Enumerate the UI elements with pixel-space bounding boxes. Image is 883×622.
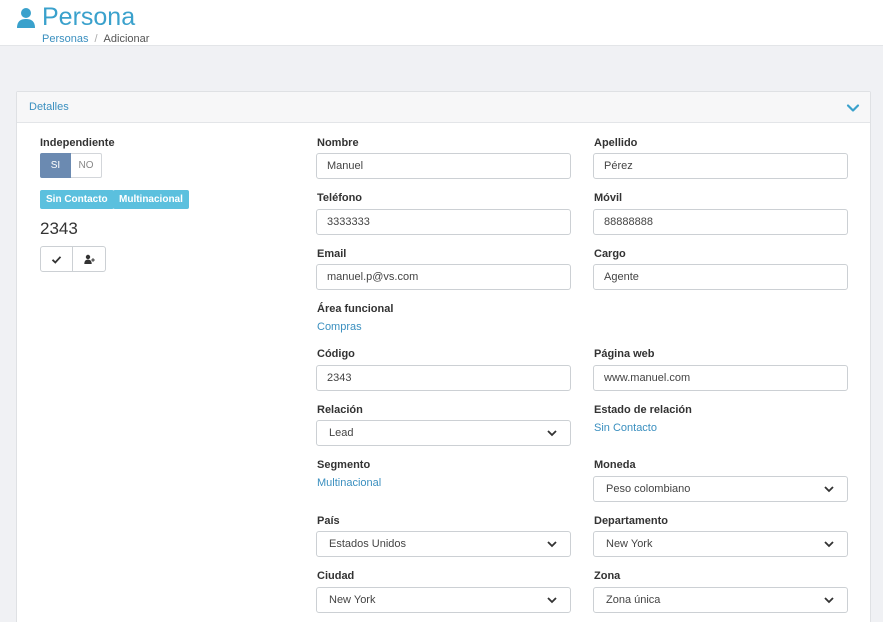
chevron-down-icon: [547, 597, 557, 604]
independiente-toggle[interactable]: SI NO: [40, 153, 102, 178]
segmento-label: Segmento: [317, 459, 371, 471]
telefono-label: Teléfono: [317, 192, 363, 204]
chevron-down-icon[interactable]: [846, 101, 860, 115]
user-icon: [17, 7, 35, 28]
zona-select[interactable]: Zona única: [593, 587, 848, 613]
toggle-no-button[interactable]: NO: [71, 153, 102, 178]
add-user-button[interactable]: [73, 246, 106, 272]
breadcrumb-separator: /: [94, 33, 98, 45]
card-header[interactable]: Detalles: [17, 92, 870, 123]
breadcrumb-current: Adicionar: [103, 33, 150, 45]
segment-badge: Multinacional: [113, 190, 189, 209]
person-code-display: 2343: [40, 219, 78, 238]
top-header: Persona Personas / Adicionar: [0, 0, 883, 46]
details-card: Detalles Independiente SI NO Sin Contact…: [16, 91, 871, 622]
independiente-label: Independiente: [40, 137, 115, 149]
zona-label: Zona: [594, 570, 621, 582]
area-funcional-link[interactable]: Compras: [317, 321, 362, 333]
moneda-selected-value: Peso colombiano: [606, 483, 691, 495]
page-title: Persona: [42, 3, 136, 31]
breadcrumb: Personas / Adicionar: [42, 33, 149, 45]
movil-field[interactable]: [593, 209, 848, 235]
chevron-down-icon: [547, 541, 557, 548]
chevron-down-icon: [824, 486, 834, 493]
apellido-field[interactable]: [593, 153, 848, 179]
codigo-field[interactable]: [316, 365, 571, 391]
estado-relacion-link[interactable]: Sin Contacto: [594, 422, 657, 434]
telefono-field[interactable]: [316, 209, 571, 235]
pagina-web-label: Página web: [594, 348, 655, 360]
add-user-icon: [83, 254, 95, 264]
action-button-group: [40, 246, 106, 272]
moneda-select[interactable]: Peso colombiano: [593, 476, 848, 502]
ciudad-selected-value: New York: [329, 594, 376, 606]
chevron-down-icon: [824, 541, 834, 548]
status-badge: Sin Contacto: [40, 190, 114, 209]
toggle-si-button[interactable]: SI: [40, 153, 71, 178]
estado-relacion-label: Estado de relación: [594, 404, 692, 416]
relacion-selected-value: Lead: [329, 427, 354, 439]
departamento-selected-value: New York: [606, 538, 653, 550]
segmento-link[interactable]: Multinacional: [317, 477, 381, 489]
ciudad-select[interactable]: New York: [316, 587, 571, 613]
codigo-label: Código: [317, 348, 355, 360]
relacion-label: Relación: [317, 404, 363, 416]
movil-label: Móvil: [594, 192, 623, 204]
ciudad-label: Ciudad: [317, 570, 355, 582]
check-icon: [51, 255, 62, 264]
departamento-select[interactable]: New York: [593, 531, 848, 557]
area-funcional-label: Área funcional: [317, 303, 394, 315]
cargo-label: Cargo: [594, 248, 626, 260]
chevron-down-icon: [824, 597, 834, 604]
breadcrumb-link-personas[interactable]: Personas: [42, 33, 88, 45]
pais-label: País: [317, 515, 340, 527]
cargo-field[interactable]: [593, 264, 848, 290]
relacion-select[interactable]: Lead: [316, 420, 571, 446]
email-field[interactable]: [316, 264, 571, 290]
page-title-wrap: Persona: [16, 3, 135, 32]
pais-selected-value: Estados Unidos: [329, 538, 407, 550]
pais-select[interactable]: Estados Unidos: [316, 531, 571, 557]
confirm-button[interactable]: [40, 246, 73, 272]
nombre-field[interactable]: [316, 153, 571, 179]
pagina-web-field[interactable]: [593, 365, 848, 391]
moneda-label: Moneda: [594, 459, 636, 471]
zona-selected-value: Zona única: [606, 594, 661, 606]
email-label: Email: [317, 248, 347, 260]
chevron-down-icon: [547, 430, 557, 437]
card-title: Detalles: [29, 101, 69, 113]
apellido-label: Apellido: [594, 137, 638, 149]
departamento-label: Departamento: [594, 515, 668, 527]
nombre-label: Nombre: [317, 137, 359, 149]
